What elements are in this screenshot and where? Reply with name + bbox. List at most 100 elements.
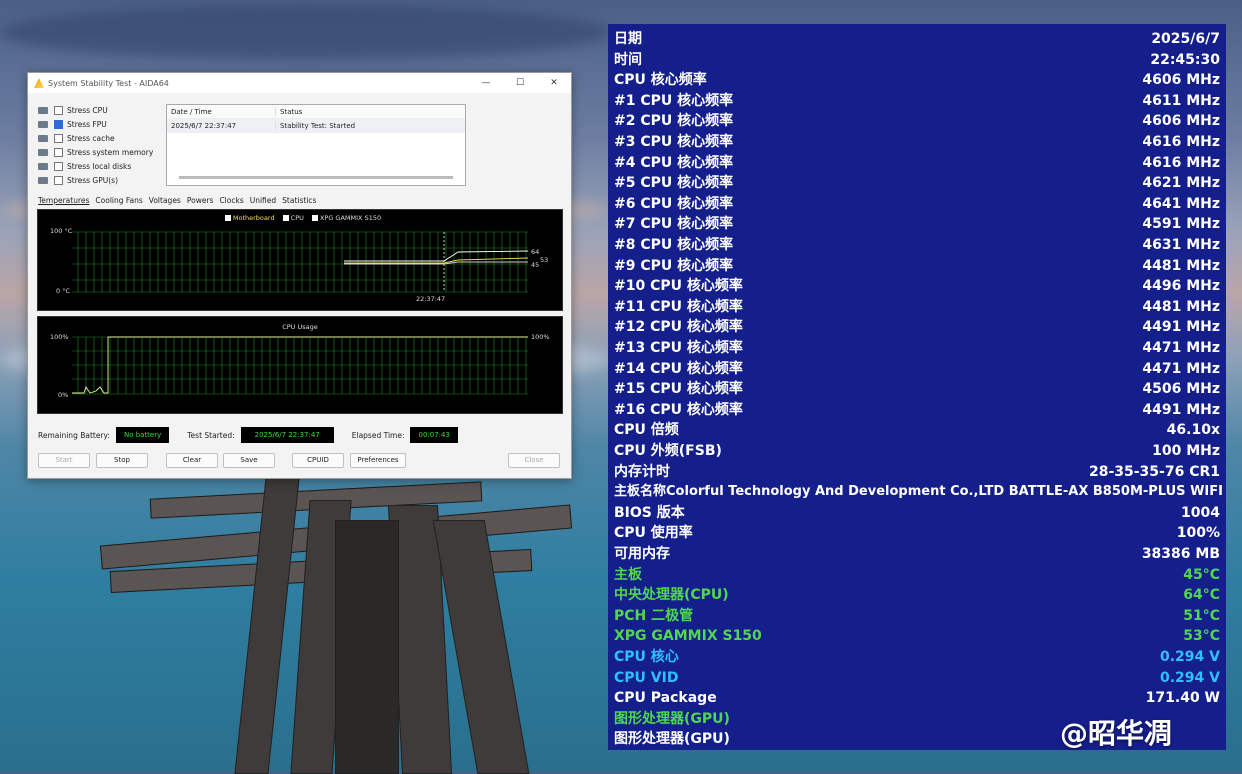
osd-row: CPU 核心 0.294 V <box>614 647 1220 667</box>
osd-value: 53°C <box>1183 628 1220 645</box>
stress-memory-checkbox[interactable] <box>54 147 63 157</box>
tab-unified[interactable]: Unified <box>250 196 276 205</box>
osd-label: #1 CPU 核心频率 <box>614 92 734 109</box>
horizontal-scrollbar[interactable] <box>179 176 453 179</box>
gpu-icon <box>38 176 48 184</box>
close-window-button[interactable]: ✕ <box>537 78 571 88</box>
window-title: System Stability Test - AIDA64 <box>48 78 169 88</box>
battery-label: Remaining Battery: <box>38 430 110 440</box>
elapsed-label: Elapsed Time: <box>351 430 405 440</box>
cpu-axis-bottom: 0% <box>58 391 69 399</box>
osd-value: 4611 MHz <box>1142 92 1220 109</box>
osd-label: #5 CPU 核心频率 <box>614 175 734 192</box>
osd-label: CPU 使用率 <box>614 525 693 542</box>
temp-axis-bottom: 0 °C <box>56 287 70 295</box>
test-started-value: 2025/6/7 22:37:47 <box>240 427 334 443</box>
preferences-button[interactable]: Preferences <box>350 453 406 468</box>
battery-value: No battery <box>115 427 170 443</box>
stress-cpu-checkbox[interactable] <box>54 105 63 115</box>
osd-row: #13 CPU 核心频率 4471 MHz <box>614 338 1220 358</box>
tab-voltages[interactable]: Voltages <box>149 196 181 205</box>
osd-row: #4 CPU 核心频率 4616 MHz <box>614 153 1220 173</box>
clear-button[interactable]: Clear <box>166 453 218 468</box>
status-log[interactable]: Date / Time Status 2025/6/7 22:37:47 Sta… <box>166 104 466 186</box>
graph-tabs: Temperatures Cooling Fans Voltages Power… <box>38 196 316 205</box>
osd-row: #1 CPU 核心频率 4611 MHz <box>614 91 1220 111</box>
osd-value: 4471 MHz <box>1142 340 1220 356</box>
cpu-usage-graph: CPU Usage 100% 0% 100% <box>37 316 563 414</box>
stress-fpu-checkbox[interactable] <box>54 119 63 129</box>
osd-value: 4471 MHz <box>1142 360 1220 377</box>
osd-label: 图形处理器(GPU) <box>614 731 730 748</box>
osd-label: #2 CPU 核心频率 <box>614 113 734 130</box>
close-button[interactable]: Close <box>508 453 560 468</box>
stress-option-label: Stress FPU <box>67 119 107 129</box>
tab-clocks[interactable]: Clocks <box>219 196 243 205</box>
temp-readout-motherboard: 45 <box>531 261 540 269</box>
osd-label: 可用内存 <box>614 546 670 562</box>
minimize-button[interactable]: — <box>469 78 503 88</box>
start-button[interactable]: Start <box>38 453 90 468</box>
osd-value: 45°C <box>1183 566 1220 583</box>
osd-label: BIOS 版本 <box>614 504 685 521</box>
save-button[interactable]: Save <box>223 453 275 468</box>
osd-value: 4506 MHz <box>1142 381 1220 398</box>
osd-row: #11 CPU 核心频率 4481 MHz <box>614 297 1220 317</box>
osd-value: 4481 MHz <box>1142 298 1220 315</box>
maximize-button[interactable]: ☐ <box>503 78 537 88</box>
osd-value: 4496 MHz <box>1142 278 1220 295</box>
osd-value: 4606 MHz <box>1142 72 1220 89</box>
osd-value: 22:45:30 <box>1150 51 1220 68</box>
temperature-plot <box>72 231 529 293</box>
osd-value: 4491 MHz <box>1142 319 1220 336</box>
fpu-icon <box>38 120 48 128</box>
osd-row: 主板 45°C <box>614 565 1220 585</box>
cpuid-button[interactable]: CPUID <box>292 453 344 468</box>
osd-label: #8 CPU 核心频率 <box>614 237 734 253</box>
osd-value: 51°C <box>1183 607 1220 624</box>
osd-label: 主板名称 <box>614 484 667 500</box>
osd-value: 4591 MHz <box>1142 216 1220 233</box>
osd-label: CPU Package <box>614 690 717 707</box>
tab-statistics[interactable]: Statistics <box>282 196 316 205</box>
tab-temperatures[interactable]: Temperatures <box>38 196 89 205</box>
stress-cpu-option[interactable]: Stress CPU <box>38 103 153 117</box>
osd-label: #12 CPU 核心频率 <box>614 319 743 336</box>
osd-value: 171.40 W <box>1145 690 1220 707</box>
stress-disks-checkbox[interactable] <box>54 161 63 171</box>
memory-icon <box>38 148 48 156</box>
stop-button[interactable]: Stop <box>96 453 148 468</box>
osd-label: CPU VID <box>614 669 679 686</box>
osd-row: CPU VID 0.294 V <box>614 668 1220 688</box>
stress-cache-checkbox[interactable] <box>54 133 63 143</box>
stress-options: Stress CPU Stress FPU Stress cache Stres… <box>38 103 153 187</box>
osd-label: #6 CPU 核心频率 <box>614 195 734 212</box>
stress-memory-option[interactable]: Stress system memory <box>38 145 153 159</box>
stress-option-label: Stress local disks <box>67 161 132 171</box>
test-started-label: Test Started: <box>187 430 235 440</box>
stress-fpu-option[interactable]: Stress FPU <box>38 117 153 131</box>
osd-label: #4 CPU 核心频率 <box>614 154 734 171</box>
stress-cache-option[interactable]: Stress cache <box>38 131 153 145</box>
stress-gpu-checkbox[interactable] <box>54 175 63 185</box>
cpu-icon <box>38 106 48 114</box>
osd-value: 100% <box>1176 525 1220 542</box>
osd-value: 4481 MHz <box>1142 257 1220 274</box>
stress-gpu-option[interactable]: Stress GPU(s) <box>38 173 153 187</box>
osd-row: 可用内存 38386 MB <box>614 544 1220 564</box>
stress-disks-option[interactable]: Stress local disks <box>38 159 153 173</box>
tab-powers[interactable]: Powers <box>187 196 214 205</box>
osd-row: 时间 22:45:30 <box>614 50 1220 70</box>
osd-value: 4616 MHz <box>1142 134 1220 150</box>
tab-cooling-fans[interactable]: Cooling Fans <box>95 196 142 205</box>
elapsed-value: 00:07:43 <box>410 427 458 443</box>
osd-value: 2025/6/7 <box>1151 31 1220 47</box>
osd-row: 内存计时 28-35-35-76 CR1 <box>614 462 1220 482</box>
cache-icon <box>38 134 48 142</box>
osd-value: 4606 MHz <box>1142 113 1220 130</box>
osd-row: CPU 倍频 46.10x <box>614 420 1220 440</box>
osd-value: 64°C <box>1183 587 1220 604</box>
osd-row: 日期 2025/6/7 <box>614 29 1220 49</box>
stress-option-label: Stress cache <box>67 133 115 143</box>
log-row[interactable]: 2025/6/7 22:37:47 Stability Test: Starte… <box>167 119 465 133</box>
